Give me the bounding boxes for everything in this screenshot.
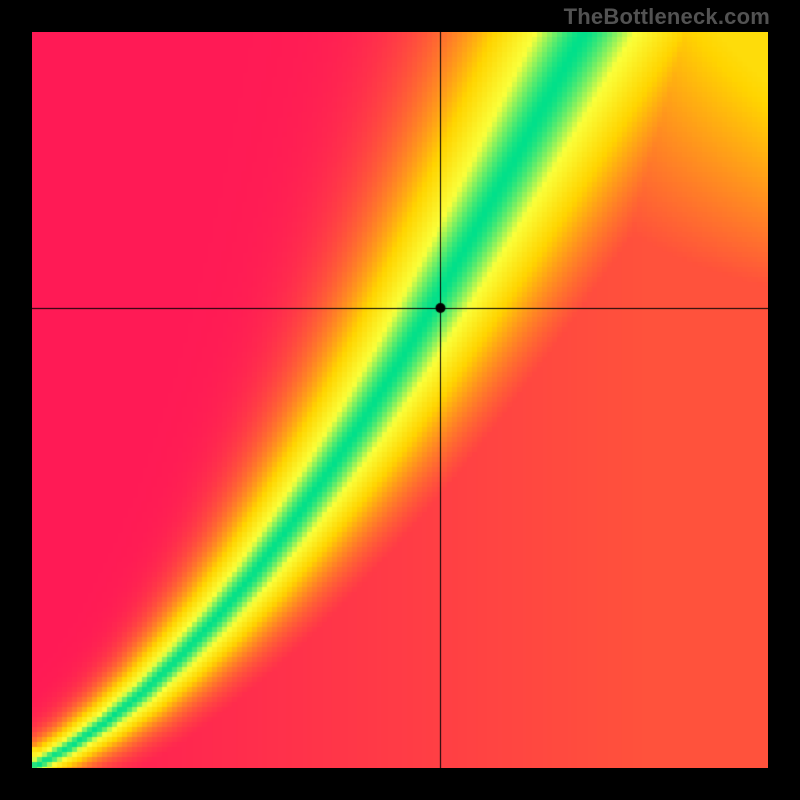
- watermark-text: TheBottleneck.com: [564, 4, 770, 30]
- bottleneck-heatmap: [32, 32, 768, 768]
